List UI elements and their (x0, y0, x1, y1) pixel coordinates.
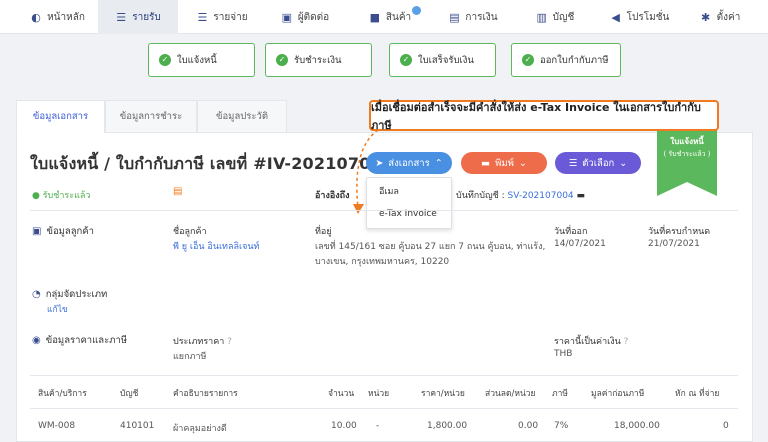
print-button[interactable]: ▬ พิมพ์ ⌄ (461, 152, 547, 174)
paper-plane-icon: ➤ (375, 157, 384, 169)
table-header: สินค้า/บริการ (38, 389, 87, 399)
send-document-button[interactable]: ➤ ส่งเอกสาร ⌃ (366, 152, 452, 174)
table-header: หน่วย (368, 389, 390, 399)
category-section: ◔ กลุ่มจัดประเภท (32, 289, 108, 300)
journal-link[interactable]: SV-202107004 (508, 191, 574, 201)
list-icon: ☰ (568, 157, 578, 169)
table-header: จำนวน (328, 389, 355, 399)
nav-finance[interactable]: ▤ การเงิน (433, 0, 513, 34)
id-card-icon: ▣ (32, 226, 42, 237)
printer-icon: ▬ (576, 191, 586, 201)
status-ribbon: ใบแจ้งหนี้ ( รับชำระแล้ว ) (657, 128, 717, 196)
currency: THB (554, 349, 573, 359)
nav-income[interactable]: ☰ รายรับ (98, 0, 178, 34)
table-cell: 10.00 (331, 421, 357, 431)
reference-label: อ้างอิงถึง (315, 191, 350, 201)
top-navigation: ◐ หน้าหลัก ☰ รายรับ ☰ รายจ่าย ▣ ผู้ติดต่อ ■ ส… (0, 0, 768, 34)
check-icon: ✓ (400, 54, 412, 66)
nav-contacts[interactable]: ▣ ผู้ติดต่อ (265, 0, 345, 34)
table-header: บัญชี (120, 389, 139, 399)
divider (30, 375, 738, 376)
page-title: ใบแจ้งหนี้ / ใบกำกับภาษี เลขที่ #IV-2021… (30, 154, 416, 173)
check-icon: ✓ (276, 54, 288, 66)
table-header: มูลค่าก่อนภาษี (591, 389, 645, 399)
table-header: คำอธิบายรายการ (173, 389, 238, 399)
address-line-1: เลขที่ 145/161 ซอย คู้บอน 27 แยก 7 ถนน ค… (315, 242, 546, 252)
pie-chart-icon: ◔ (32, 289, 41, 300)
category-edit-link[interactable]: แก้ไข (47, 302, 68, 316)
step-tax-invoice[interactable]: ✓ ออกใบกำกับภาษี (511, 43, 621, 77)
sliders-icon: ☰ (116, 10, 127, 24)
help-icon: ? (227, 337, 232, 347)
due-date: 21/07/2021 (648, 239, 700, 249)
money-icon: ▤ (449, 10, 460, 24)
table-cell: ผ้าคลุมอย่างดี (173, 424, 227, 434)
table-header: ส่วนลด/หน่วย (485, 389, 536, 399)
document-icon: ▤ (173, 186, 183, 197)
chevron-down-icon: ⌄ (619, 157, 628, 169)
table-cell: 0.00 (518, 421, 539, 431)
send-dropdown-menu: อีเมล e-Tax Invoice (366, 177, 452, 229)
table-header: ภาษี (552, 389, 568, 399)
gear-icon: ✱ (701, 10, 711, 24)
sliders-icon: ☰ (197, 10, 208, 24)
address-label: ที่อยู่ (315, 227, 332, 237)
palette-icon: ◐ (31, 10, 41, 24)
step-payment[interactable]: ✓ รับชำระเงิน (265, 43, 372, 77)
nav-settings[interactable]: ✱ ตั้งค่า (685, 0, 755, 34)
chevron-down-icon: ⌄ (518, 157, 527, 169)
step-invoice[interactable]: ✓ ใบแจ้งหนี้ (148, 43, 255, 77)
help-icon: ? (623, 337, 629, 347)
chevron-up-icon: ⌃ (434, 157, 443, 169)
box-icon: ■ (369, 10, 381, 24)
address-line-2: บางเขน, กรุงเทพมหานคร, 10220 (315, 257, 450, 267)
price-type: แยกภาษี (173, 352, 207, 362)
issue-date: 14/07/2021 (554, 239, 606, 249)
table-cell: 7% (554, 421, 569, 431)
printer-icon: ▬ (481, 157, 491, 169)
coins-icon: ◉ (32, 335, 41, 346)
dropdown-item-email[interactable]: อีเมล (379, 184, 399, 198)
tab-document-info[interactable]: ข้อมูลเอกสาร (16, 100, 105, 133)
check-icon: ✓ (159, 54, 171, 66)
nav-products[interactable]: ■ สินค้า (350, 0, 430, 34)
megaphone-icon: ◀ (611, 10, 620, 24)
divider (30, 408, 738, 409)
tab-payment-info[interactable]: ข้อมูลการชำระ (105, 100, 197, 133)
nav-promotions[interactable]: ◀ โปรโมชั่น (597, 0, 682, 34)
due-date-label: วันที่ครบกำหนด (648, 227, 711, 237)
table-header: ราคา/หน่วย (421, 389, 465, 399)
customer-name-label: ชื่อลูกค้า (173, 227, 207, 237)
table-cell: - (376, 421, 380, 431)
customer-section: ▣ ข้อมูลลูกค้า (32, 226, 94, 237)
svg-text:( รับชำระแล้ว ): ( รับชำระแล้ว ) (663, 150, 710, 158)
journal-label: บันทึกบัญชี : SV-202107004 ▬ (456, 191, 586, 201)
currency-label: ราคานี้เป็นค่าเงิน ? (554, 337, 629, 347)
divider (30, 210, 738, 211)
nav-expense[interactable]: ☰ รายจ่าย (182, 0, 262, 34)
status-steps: ✓ ใบแจ้งหนี้ ✓ รับชำระเงิน ✓ ใบเสร็จรับเงิน… (0, 43, 768, 77)
product-code-link[interactable]: WM-008 (38, 421, 75, 431)
table-cell: 0 (723, 421, 729, 431)
nav-home[interactable]: ◐ หน้าหลัก (20, 0, 95, 34)
table-cell: 18,000.00 (614, 421, 660, 431)
table-header: หัก ณ ที่จ่าย (675, 389, 720, 399)
issue-date-label: วันที่ออก (554, 227, 588, 237)
contact-card-icon: ▣ (281, 10, 293, 24)
price-type-label: ประเภทราคา ? (173, 337, 232, 347)
step-receipt[interactable]: ✓ ใบเสร็จรับเงิน (389, 43, 496, 77)
check-icon: ✓ (522, 54, 534, 66)
customer-name-link[interactable]: พี ยู เอ็น อินเทลลิเจนท์ (173, 239, 259, 253)
paid-status: ● รับชำระแล้ว (32, 191, 91, 201)
nav-accounting[interactable]: ▥ บัญชี (515, 0, 595, 34)
notification-badge (412, 6, 421, 15)
table-cell: 1,800.00 (427, 421, 468, 431)
svg-text:ใบแจ้งหนี้: ใบแจ้งหนี้ (670, 135, 704, 146)
ledger-icon: ▥ (536, 10, 547, 24)
etax-callout: เมื่อเชื่อมต่อสำเร็จจะมีคำสั่งให้ส่ง e-T… (369, 100, 719, 132)
table-cell: 410101 (120, 421, 155, 431)
pricing-section: ◉ ข้อมูลราคาและภาษี (32, 335, 128, 346)
tab-history[interactable]: ข้อมูลประวัติ (197, 100, 287, 133)
options-button[interactable]: ☰ ตัวเลือก ⌄ (555, 152, 641, 174)
